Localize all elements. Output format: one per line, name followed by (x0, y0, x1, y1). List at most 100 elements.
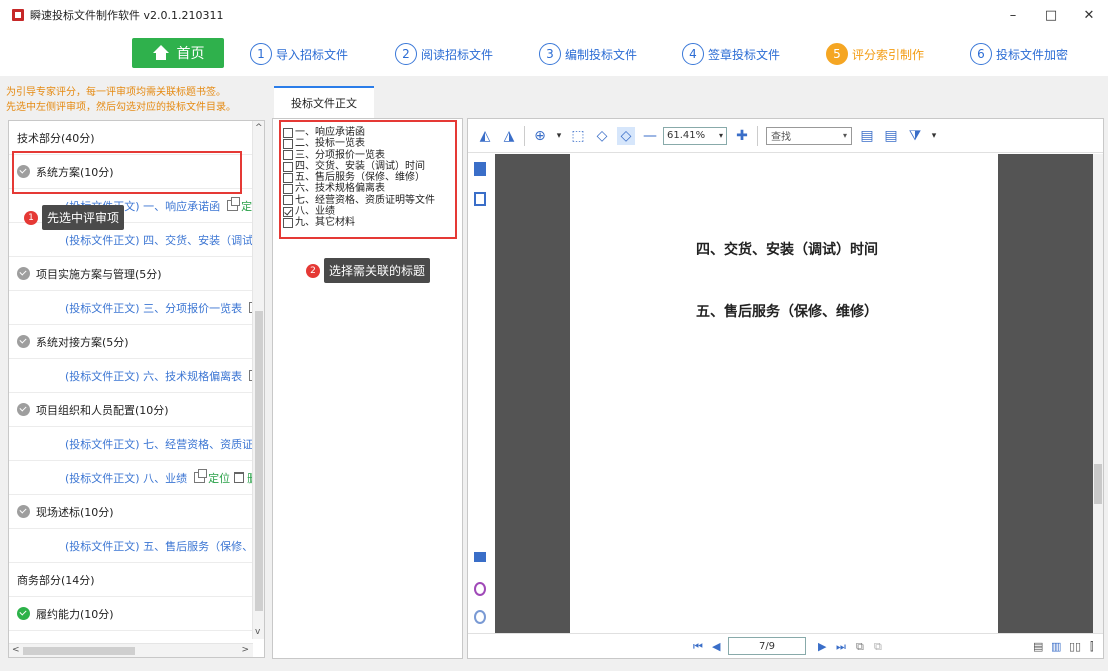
step-label: 导入招标文件 (276, 47, 349, 62)
document-viewer: ◭ ◮ ⊕ ▾ ⬚ ◇ ◇ — 61.41% ▾ ✚ 查找 ▾ ▤ ▤ ⧩ ▾ … (467, 118, 1104, 659)
step-score-index[interactable]: 5 评分索引制作 (826, 42, 924, 66)
minimize-button[interactable]: – (994, 0, 1032, 30)
step-number: 6 (970, 43, 992, 65)
page-heading: 五、售后服务（保修、维修） (696, 304, 878, 320)
bookmark-icon[interactable] (474, 162, 486, 176)
horizontal-scrollbar[interactable]: < > (9, 643, 253, 657)
document-canvas: 四、交货、安装（调试）时间 五、售后服务（保修、维修） (495, 154, 1103, 634)
search-input[interactable]: 查找 ▾ (766, 126, 852, 145)
callout-step-one: 1 先选中评审项 (24, 205, 125, 230)
find-prev-icon[interactable]: ▤ (858, 127, 876, 145)
step-sign-bid[interactable]: 4 签章投标文件 (682, 42, 780, 66)
window-controls: – □ ✕ (994, 0, 1108, 30)
actual-size-icon[interactable]: ◇ (617, 126, 635, 145)
page-number-input[interactable]: 7/9 (728, 637, 806, 655)
step-compile-bid[interactable]: 3 编制投标文件 (539, 42, 637, 66)
check-circle-icon (17, 607, 30, 620)
filter-icon[interactable]: ⧩ (906, 127, 924, 145)
scroll-up-icon[interactable]: ^ (255, 123, 263, 133)
split-view-icon[interactable]: ⫿ (1090, 640, 1094, 654)
step-label: 评分索引制作 (852, 47, 925, 62)
two-page-icon[interactable]: ▯▯ (1069, 640, 1081, 653)
step-read-tender[interactable]: 2 阅读招标文件 (395, 42, 493, 66)
review-item-label: 项目组织和人员配置(10分) (36, 403, 169, 417)
chevron-down-icon: ▾ (718, 131, 723, 140)
step-import-tender[interactable]: 1 导入招标文件 (250, 42, 348, 66)
viewer-scrollbar[interactable] (1093, 154, 1103, 634)
find-next-icon[interactable]: ▤ (882, 127, 900, 145)
thumbnail-icon[interactable] (474, 192, 486, 206)
review-items-list: 技术部分(40分) 系统方案(10分) (投标文件正文) 一、响应承诺函 定位 … (9, 121, 253, 639)
rotate-right-icon[interactable]: ◮ (500, 127, 518, 145)
step-number: 3 (539, 43, 561, 65)
review-items-panel: 技术部分(40分) 系统方案(10分) (投标文件正文) 一、响应承诺函 定位 … (8, 120, 265, 658)
chevron-down-icon[interactable]: ▾ (930, 127, 938, 145)
title-bar: 瞬速投标文件制作软件 v2.0.1.210311 – □ ✕ (0, 0, 1108, 30)
attachment-icon[interactable] (474, 610, 486, 624)
viewer-sidebar (468, 154, 494, 634)
bookmark-label: (投标文件正文) 六、技术规格偏离表 (65, 369, 243, 383)
linked-bookmark[interactable]: (投标文件正文) 八、业绩 定位 删除 (9, 461, 253, 495)
linked-bookmark[interactable]: (投标文件正文) 七、经营资格、资质证明等文件 (9, 427, 253, 461)
rotate-left-icon[interactable]: ◭ (476, 127, 494, 145)
next-view-icon[interactable]: ⧉ (874, 640, 882, 654)
hint-line: 为引导专家评分，每一评审项均需关联标题书签。 (6, 87, 226, 98)
hint-line: 先选中左侧评审项，然后勾选对应的投标文件目录。 (6, 102, 236, 113)
scroll-thumb[interactable] (23, 647, 135, 655)
step-encrypt-bid[interactable]: 6 投标文件加密 (970, 42, 1068, 66)
continuous-page-icon[interactable]: ▥ (1051, 640, 1061, 653)
linked-bookmark[interactable]: (投标文件正文) 六、技术规格偏离表 定位 (9, 359, 253, 393)
link-icon[interactable] (474, 582, 486, 596)
next-page-icon[interactable]: ▶ (818, 640, 826, 653)
home-label: 首页 (176, 46, 205, 62)
callout-step-two: 2 选择需关联的标题 (306, 258, 431, 283)
maximize-button[interactable]: □ (1032, 0, 1070, 30)
locate-link[interactable]: 定位 (208, 470, 230, 486)
section-commercial: 商务部分(14分) (9, 563, 253, 597)
copy-icon[interactable] (194, 469, 208, 483)
tab-bid-body[interactable]: 投标文件正文 (274, 86, 374, 118)
zoom-select[interactable]: 61.41% ▾ (663, 126, 727, 145)
section-label: 技术部分(40分) (17, 131, 95, 145)
scroll-thumb[interactable] (1094, 464, 1102, 504)
home-button[interactable]: 首页 (132, 38, 224, 68)
zoom-in-icon[interactable]: ⊕ (531, 127, 549, 145)
window-title: 瞬速投标文件制作软件 v2.0.1.210311 (30, 9, 224, 22)
scroll-left-icon[interactable]: < (12, 645, 20, 655)
review-item-staffing[interactable]: 项目组织和人员配置(10分) (9, 393, 253, 427)
scroll-thumb[interactable] (255, 311, 263, 611)
trash-icon[interactable] (234, 472, 245, 483)
copy-icon[interactable] (227, 197, 241, 211)
page-heading: 四、交货、安装（调试）时间 (696, 242, 878, 258)
app-logo-icon (12, 9, 24, 21)
review-item-label: 项目实施方案与管理(5分) (36, 267, 162, 281)
plus-icon[interactable]: ✚ (733, 127, 751, 145)
linked-bookmark[interactable]: (投标文件正文) 三、分项报价一览表 定位 (9, 291, 253, 325)
callout-text: 选择需关联的标题 (324, 258, 431, 283)
comment-icon[interactable] (474, 552, 486, 562)
fit-page-icon[interactable]: ⬚ (569, 127, 587, 145)
vertical-scrollbar[interactable]: ^ v (252, 121, 264, 639)
search-placeholder: 查找 (771, 132, 791, 143)
bookmark-label: (投标文件正文) 八、业绩 (65, 471, 188, 485)
chevron-down-icon[interactable]: ▾ (555, 127, 563, 145)
zoom-value: 61.41% (667, 130, 706, 141)
callout-text: 先选中评审项 (42, 205, 125, 230)
scroll-down-icon[interactable]: v (255, 627, 260, 637)
review-item-performance[interactable]: 履约能力(10分) (9, 597, 253, 631)
first-page-icon[interactable]: ⏮ (693, 640, 703, 654)
scroll-right-icon[interactable]: > (241, 645, 249, 655)
review-item-integration[interactable]: 系统对接方案(5分) (9, 325, 253, 359)
review-item-presentation[interactable]: 现场述标(10分) (9, 495, 253, 529)
linked-bookmark[interactable]: (投标文件正文) 五、售后服务（保修、维修） (9, 529, 253, 563)
review-item-implementation[interactable]: 项目实施方案与管理(5分) (9, 257, 253, 291)
prev-view-icon[interactable]: ⧉ (856, 640, 864, 654)
single-page-icon[interactable]: ▤ (1033, 640, 1043, 653)
zoom-out-icon[interactable]: — (641, 127, 659, 145)
review-item-label: 现场述标(10分) (36, 505, 114, 519)
fit-width-icon[interactable]: ◇ (593, 127, 611, 145)
prev-page-icon[interactable]: ◀ (712, 640, 720, 653)
close-button[interactable]: ✕ (1070, 0, 1108, 30)
step-label: 编制投标文件 (565, 47, 638, 62)
last-page-icon[interactable]: ⏭ (836, 640, 846, 654)
